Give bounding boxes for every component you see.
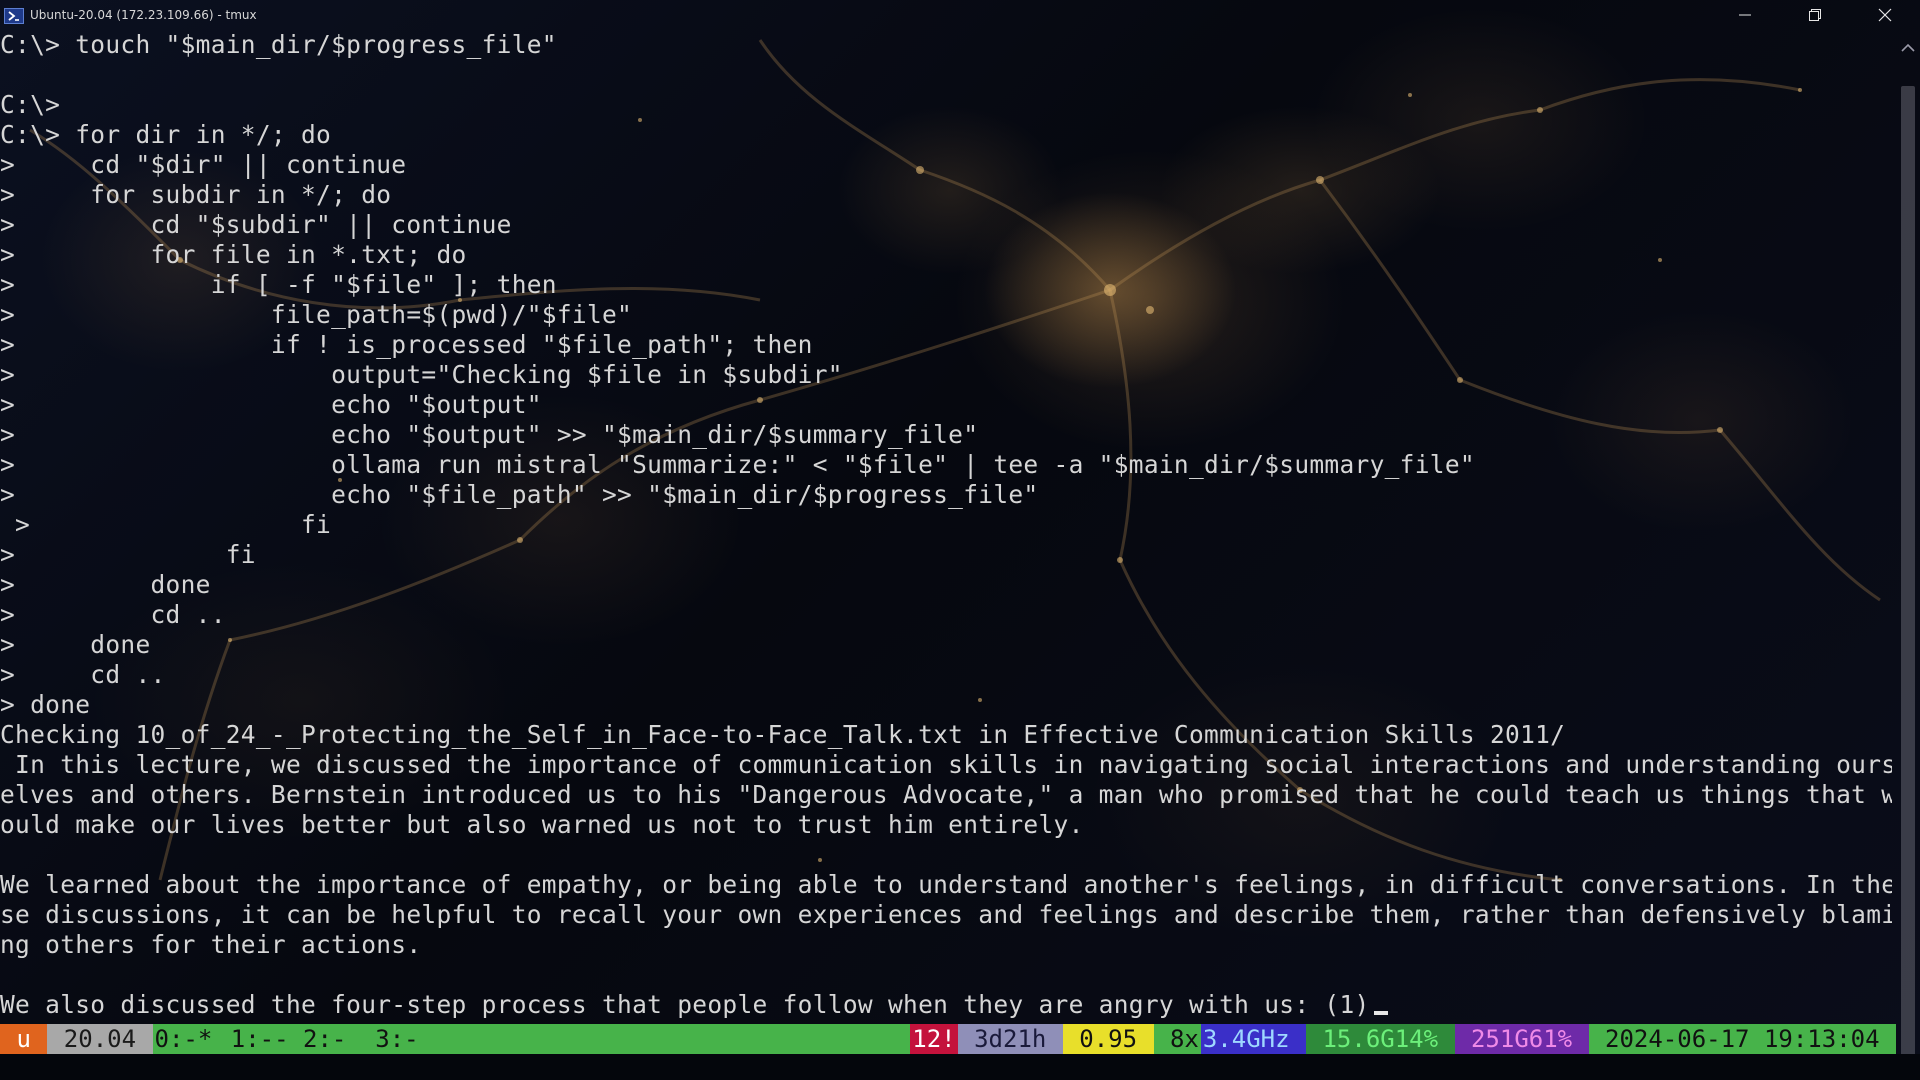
- vertical-scrollbar[interactable]: [1896, 30, 1920, 1080]
- restore-icon: [1809, 9, 1821, 21]
- terminal-line: > for subdir in */; do: [0, 180, 392, 209]
- terminal-line: > fi: [0, 540, 256, 569]
- close-button[interactable]: [1850, 0, 1920, 30]
- terminal-line: > output="Checking $file in $subdir": [0, 360, 843, 389]
- status-segment: 0:-*: [152, 1024, 215, 1054]
- terminal-line: > cd "$dir" || continue: [0, 150, 407, 179]
- window-titlebar[interactable]: Ubuntu-20.04 (172.23.109.66) - tmux: [0, 0, 1920, 30]
- scroll-up-arrow-icon[interactable]: [1900, 42, 1916, 54]
- terminal-line: > done: [0, 690, 91, 719]
- status-segment: 3d21h: [957, 1024, 1063, 1054]
- window-title: Ubuntu-20.04 (172.23.109.66) - tmux: [30, 8, 257, 22]
- terminal-app-icon[interactable]: [4, 8, 24, 24]
- terminal-line: elves and others. Bernstein introduced u…: [0, 780, 1892, 809]
- terminal-line: > cd ..: [0, 660, 166, 689]
- terminal-line: C:\>: [0, 90, 61, 119]
- status-segment: 8x: [1153, 1024, 1201, 1054]
- terminal-line: C:\> for dir in */; do: [0, 120, 332, 149]
- terminal-line: In this lecture, we discussed the import…: [0, 750, 1892, 779]
- terminal-line: se discussions, it can be helpful to rec…: [0, 900, 1892, 929]
- status-segment: 15.6G14%: [1306, 1024, 1455, 1054]
- terminal-line: > done: [0, 570, 211, 599]
- terminal-cursor: [1373, 1011, 1388, 1015]
- terminal-line: We also discussed the four-step process …: [0, 990, 1892, 1020]
- terminal-line: Checking 10_of_24_-_Protecting_the_Self_…: [0, 720, 1566, 749]
- status-segment: 12!: [910, 1024, 958, 1054]
- terminal-line: > ollama run mistral "Summarize:" < "$fi…: [0, 450, 1475, 479]
- terminal-line: > if ! is_processed "$file_path"; then: [0, 330, 813, 359]
- terminal-line: > cd ..: [0, 600, 226, 629]
- minimize-button[interactable]: [1710, 0, 1780, 30]
- terminal-line: > echo "$output": [0, 390, 542, 419]
- terminal-line: > cd "$subdir" || continue: [0, 210, 512, 239]
- tmux-status-bar: u 20.04 0:-* 1:-- 2:- 3:- 12! 3d21h 0.95 …: [0, 1024, 1896, 1054]
- terminal-line: We learned about the importance of empat…: [0, 870, 1892, 899]
- window-bottom-edge: [0, 1054, 1920, 1080]
- status-segment: 1:-- 2:- 3:-: [214, 1024, 421, 1054]
- terminal-line: > if [ -f "$file" ]; then: [0, 270, 557, 299]
- terminal-line: C:\> touch "$main_dir/$progress_file": [0, 30, 557, 59]
- terminal-line: ould make our lives better but also warn…: [0, 810, 1084, 839]
- terminal-line: > echo "$output" >> "$main_dir/$summary_…: [0, 420, 979, 449]
- status-segment: u: [0, 1024, 48, 1054]
- terminal-line: > fi: [0, 510, 332, 539]
- restore-button[interactable]: [1780, 0, 1850, 30]
- terminal-line: ng others for their actions.: [0, 930, 422, 959]
- terminal-window: Ubuntu-20.04 (172.23.109.66) - tmux C:\>…: [0, 0, 1920, 1080]
- scrollbar-thumb[interactable]: [1901, 86, 1915, 1056]
- status-segment: [420, 1024, 911, 1054]
- status-segment: 0.95: [1062, 1024, 1154, 1054]
- status-segment: 20.04: [47, 1024, 153, 1054]
- terminal-line: > for file in *.txt; do: [0, 240, 467, 269]
- terminal-line: > done: [0, 630, 151, 659]
- terminal-line: > echo "$file_path" >> "$main_dir/$progr…: [0, 480, 1039, 509]
- status-segment: 251G61%: [1454, 1024, 1589, 1054]
- status-segment: 3.4GHz: [1200, 1024, 1307, 1054]
- minimize-icon: [1739, 14, 1751, 16]
- terminal-line: > file_path=$(pwd)/"$file": [0, 300, 633, 329]
- terminal-output[interactable]: C:\> touch "$main_dir/$progress_file" C:\…: [0, 30, 1892, 1024]
- status-segment: 2024-06-17 19:13:04: [1588, 1024, 1896, 1054]
- close-icon: [1878, 8, 1892, 22]
